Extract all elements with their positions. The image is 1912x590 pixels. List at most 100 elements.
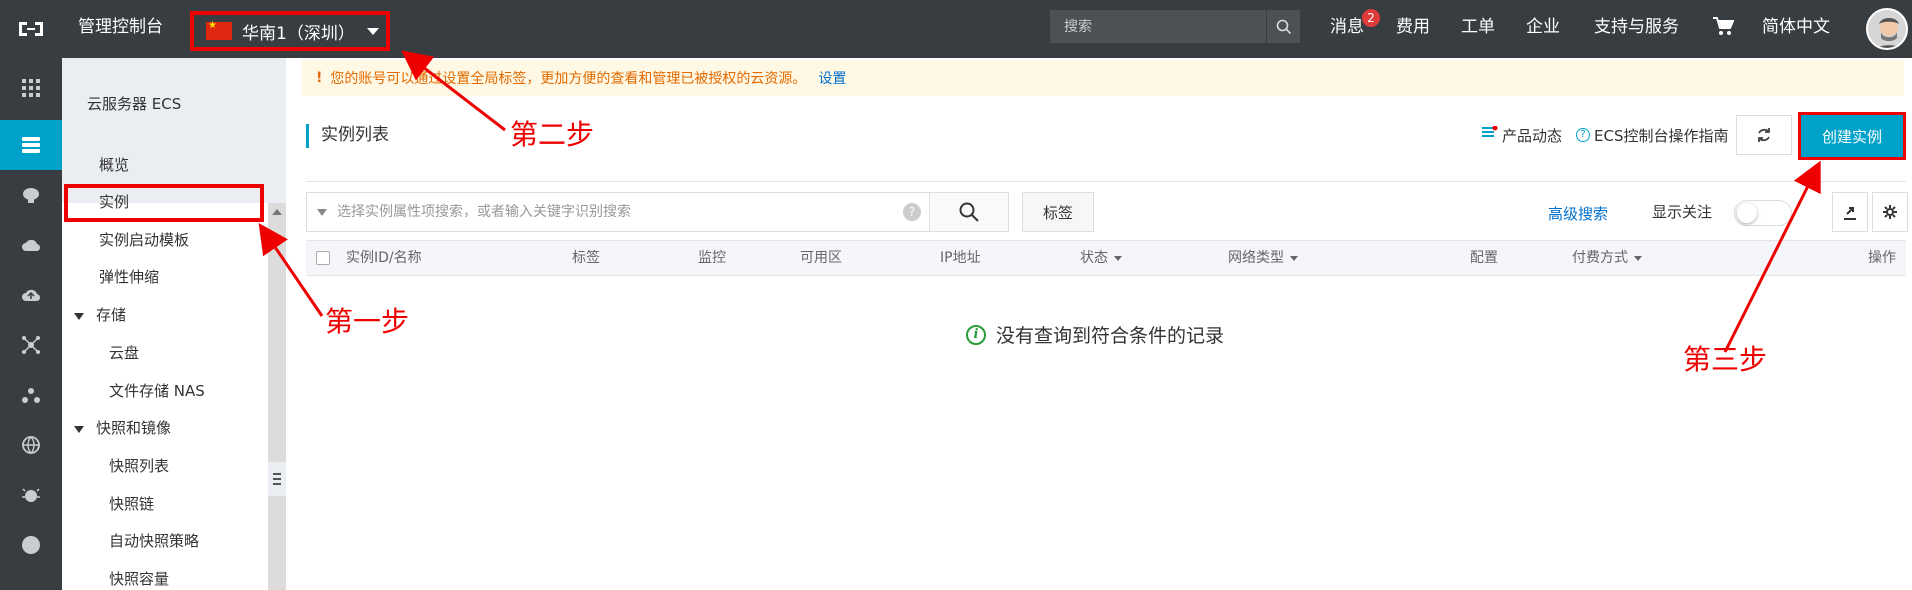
cluster-icon[interactable] [0, 370, 62, 420]
global-search [1050, 10, 1300, 43]
sidebar-collapse-handle[interactable] [268, 462, 286, 496]
aliyun-logo-icon[interactable] [0, 0, 62, 58]
region-selector[interactable]: 华南1（深圳） [190, 11, 390, 51]
sidebar-item-auto-snapshot-policy[interactable]: 自动快照策略 [109, 530, 199, 551]
brain-icon[interactable] [0, 170, 62, 220]
filter-search-input[interactable] [337, 193, 903, 231]
sidebar-group-label: 快照和镜像 [96, 419, 172, 437]
warning-icon: ! [316, 70, 323, 86]
instance-filter: ? [306, 192, 1009, 232]
product-news-label: 产品动态 [1502, 126, 1563, 145]
console-title[interactable]: 管理控制台 [78, 0, 163, 58]
column-header: 标签 [572, 250, 600, 266]
sidebar-item-snapshot-chain[interactable]: 快照链 [109, 493, 154, 514]
column-header: 可用区 [800, 250, 842, 266]
status-column-header[interactable]: 状态 [1080, 241, 1122, 275]
circle-icon[interactable] [0, 520, 62, 570]
sidebar-item-auto-scaling[interactable]: 弹性伸缩 [99, 266, 159, 287]
table-header: 实例ID/名称 标签 监控 可用区 IP地址 状态 网络类型 配置 付费方式 操… [306, 240, 1906, 276]
select-all-checkbox[interactable] [316, 251, 330, 265]
sidebar-group-snapshots[interactable]: 快照和镜像 [74, 417, 171, 438]
nav-messages-label: 消息 [1330, 17, 1364, 37]
search-input[interactable] [1050, 10, 1266, 43]
nav-enterprise[interactable]: 企业 [1526, 0, 1560, 58]
console-guide-link[interactable]: ? ECS控制台操作指南 [1576, 124, 1728, 146]
sidebar-item-launch-templates[interactable]: 实例启动模板 [99, 229, 189, 250]
empty-state: i 没有查询到符合条件的记录 [966, 321, 1224, 348]
show-follow-label: 显示关注 [1652, 203, 1713, 221]
chevron-down-icon [366, 27, 379, 35]
step3-annotation: 第三步 [1683, 343, 1768, 376]
cloud-icon[interactable] [0, 220, 62, 270]
settings-button[interactable] [1872, 192, 1908, 232]
tag-button[interactable]: 标签 [1022, 192, 1094, 232]
column-header: 监控 [698, 250, 726, 266]
console-guide-label: ECS控制台操作指南 [1594, 126, 1729, 145]
column-header: IP地址 [940, 250, 981, 266]
sidebar-item-disks[interactable]: 云盘 [109, 342, 139, 363]
product-news-link[interactable]: 产品动态 [1482, 124, 1562, 146]
divider [306, 181, 1906, 182]
caret-down-icon [74, 426, 84, 433]
nav-support[interactable]: 支持与服务 [1594, 0, 1679, 58]
sidebar-item-snapshot-list[interactable]: 快照列表 [109, 455, 169, 476]
search-icon[interactable] [1266, 10, 1300, 43]
network-type-column-header[interactable]: 网络类型 [1228, 241, 1298, 275]
nav-messages[interactable]: 消息 2 [1330, 0, 1380, 58]
list-icon [1482, 125, 1498, 144]
cloud-upload-icon[interactable] [0, 270, 62, 320]
column-header-label: 网络类型 [1228, 250, 1284, 266]
notice-settings-link[interactable]: 设置 [818, 68, 846, 88]
help-icon: ? [1576, 128, 1590, 142]
sidebar-item-nas[interactable]: 文件存储 NAS [109, 380, 205, 401]
notice-text: 您的账号可以通过设置全局标签，更加方便的查看和管理已被授权的云资源。 [330, 71, 807, 87]
advanced-search-link[interactable]: 高级搜索 [1548, 203, 1608, 224]
column-header: 配置 [1470, 250, 1498, 266]
bug-icon[interactable] [0, 470, 62, 520]
empty-state-text: 没有查询到符合条件的记录 [996, 325, 1225, 347]
caret-down-icon [74, 313, 84, 320]
gear-icon [1883, 205, 1897, 219]
sidebar-group-label: 存储 [96, 306, 127, 324]
page-title: 实例列表 [306, 124, 389, 148]
globe-icon[interactable] [0, 420, 62, 470]
grid-icon[interactable] [0, 63, 62, 113]
search-icon [959, 202, 979, 222]
filter-dropdown[interactable] [307, 208, 337, 216]
billing-column-header[interactable]: 付费方式 [1572, 241, 1642, 275]
product-icon-rail [0, 58, 62, 590]
caret-down-icon [317, 208, 327, 216]
messages-badge: 2 [1362, 9, 1380, 27]
scroll-up-icon[interactable] [272, 209, 282, 215]
nav-language[interactable]: 简体中文 [1762, 0, 1830, 58]
network-icon[interactable] [0, 320, 62, 370]
export-button[interactable] [1832, 192, 1868, 232]
caret-down-icon [1290, 255, 1298, 261]
server-icon[interactable] [0, 120, 62, 170]
caret-down-icon [1114, 255, 1122, 261]
caret-down-icon [1634, 255, 1642, 261]
filter-search-button[interactable] [929, 192, 1009, 232]
cart-icon[interactable] [1712, 16, 1735, 40]
sidebar-item-snapshot-capacity[interactable]: 快照容量 [109, 568, 169, 589]
notice-banner: ! 您的账号可以通过设置全局标签，更加方便的查看和管理已被授权的云资源。 设置 [302, 60, 1904, 96]
help-icon[interactable]: ? [903, 203, 921, 221]
column-header-label: 状态 [1080, 250, 1108, 266]
sidebar-scrollbar[interactable] [268, 203, 286, 590]
avatar[interactable] [1866, 8, 1908, 50]
china-flag-icon [206, 20, 232, 40]
region-label: 华南1（深圳） [242, 23, 355, 44]
sidebar-group-storage[interactable]: 存储 [74, 304, 126, 325]
refresh-button[interactable] [1736, 115, 1792, 155]
column-header: 操作 [1868, 250, 1896, 266]
show-follow-toggle[interactable] [1734, 200, 1792, 226]
nav-billing[interactable]: 费用 [1396, 0, 1430, 58]
sidebar-item-overview[interactable]: 概览 [99, 154, 129, 175]
create-instance-button[interactable]: 创建实例 [1798, 112, 1906, 160]
nav-tickets[interactable]: 工单 [1461, 0, 1495, 58]
export-icon [1844, 207, 1856, 220]
refresh-icon [1758, 128, 1770, 142]
step1-annotation: 第一步 [325, 305, 410, 338]
step2-annotation: 第二步 [510, 118, 595, 151]
sidebar-title: 云服务器 ECS [87, 95, 182, 113]
